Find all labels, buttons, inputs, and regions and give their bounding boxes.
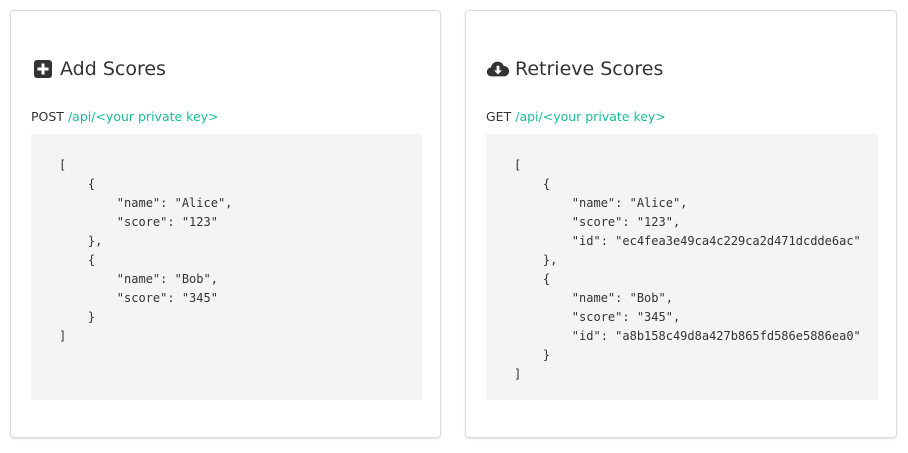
endpoint-path[interactable]: /api/<your private key> <box>515 109 666 124</box>
code-line: "name": "Bob", <box>59 272 218 286</box>
code-line: "name": "Alice", <box>514 196 688 210</box>
add-scores-card: Add Scores POST/api/<your private key> [… <box>10 10 441 438</box>
code-line: } <box>59 310 96 324</box>
code-line: "score": "345" <box>59 291 218 305</box>
code-line: { <box>514 177 551 191</box>
add-scores-code-example: [ { "name": "Alice", "score": "123" }, {… <box>31 134 422 400</box>
code-line: "name": "Bob", <box>514 291 673 305</box>
add-scores-endpoint: POST/api/<your private key> <box>31 109 219 124</box>
retrieve-scores-card: Retrieve Scores GET/api/<your private ke… <box>465 10 897 438</box>
retrieve-scores-title: Retrieve Scores <box>486 55 663 83</box>
code-line: ] <box>514 367 522 381</box>
plus-square-icon <box>31 58 55 80</box>
code-line: ] <box>59 329 67 343</box>
code-line: "score": "123" <box>59 215 218 229</box>
code-line: "id": "ec4fea3e49ca4c229ca2d471dcdde6ac" <box>514 234 861 248</box>
retrieve-scores-endpoint: GET/api/<your private key> <box>486 109 666 124</box>
http-method-get: GET <box>486 109 512 124</box>
add-scores-title-text: Add Scores <box>60 58 166 80</box>
http-method-post: POST <box>31 109 64 124</box>
code-line: "id": "a8b158c49d8a427b865fd586e5886ea0" <box>514 329 861 343</box>
code-line: [ <box>59 158 67 172</box>
code-line: { <box>59 177 96 191</box>
code-line: }, <box>514 253 558 267</box>
retrieve-scores-code-example: [ { "name": "Alice", "score": "123", "id… <box>486 134 878 400</box>
code-line: "name": "Alice", <box>59 196 233 210</box>
cloud-download-icon <box>486 58 510 80</box>
add-scores-title: Add Scores <box>31 55 166 83</box>
code-line: { <box>59 253 96 267</box>
code-line: { <box>514 272 551 286</box>
code-line: } <box>514 348 551 362</box>
retrieve-scores-title-text: Retrieve Scores <box>515 58 664 80</box>
code-line: [ <box>514 158 522 172</box>
endpoint-path[interactable]: /api/<your private key> <box>68 109 219 124</box>
code-line: "score": "345", <box>514 310 681 324</box>
code-line: }, <box>59 234 103 248</box>
code-line: "score": "123", <box>514 215 681 229</box>
